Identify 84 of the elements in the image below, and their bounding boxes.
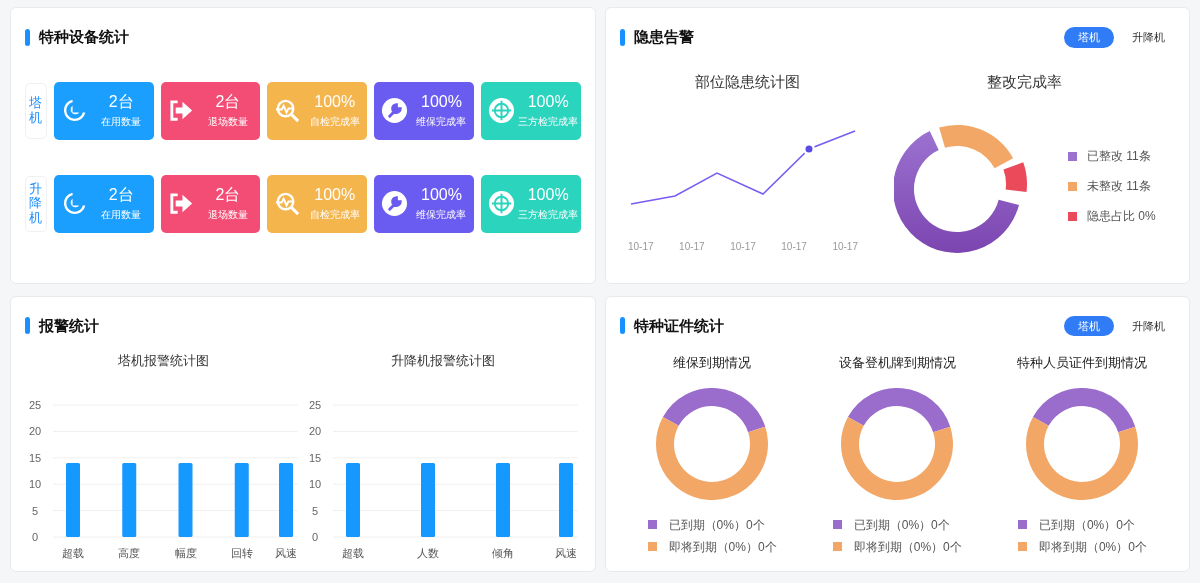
chart-title: 升降机报警统计图 [391,352,495,370]
stat-label: 在用数量 [101,208,142,222]
tab[interactable]: 升降机 [1122,27,1175,48]
crosshair-icon [487,190,515,217]
stat-label: 自检完成率 [309,208,360,222]
crosshair-icon [487,97,515,124]
title-accent-bar [619,28,625,46]
legend-label: 未整改 11条 [1086,178,1151,195]
tab[interactable]: 塔机 [1064,315,1114,336]
axis-label: 幅度 [174,546,197,559]
axis-tick-label: 25 [308,398,322,411]
legend-label: 已到期（0%）0个 [853,516,950,534]
panel-title: 报警统计 [39,315,99,336]
legend-label: 已到期（0%）0个 [1038,516,1135,534]
exit-arrow-icon [167,97,195,124]
axis-tick-label: 20 [28,424,42,437]
legend-label: 即将到期（0%）0个 [1038,538,1147,556]
group-label: 塔机 [25,82,47,139]
chart-title: 特种人员证件到期情况 [1017,354,1148,372]
axis-label: 高度 [118,546,141,559]
axis-tick-label: 25 [28,398,42,411]
magnifier-pulse-icon [274,190,302,217]
axis-tick-label: 20 [308,424,322,437]
stat-label: 三方检完成率 [518,208,579,222]
stat-label: 退场数量 [208,208,248,222]
axis-label: 超载 [342,546,364,559]
stat-label: 在用数量 [101,115,142,129]
axis-tick-label: 10 [308,477,322,490]
axis-label: 倾角 [492,546,514,559]
axis-label: 风速 [555,546,577,559]
stat-value: 2台 [215,92,241,112]
stat-value: 2台 [215,185,241,205]
axis-tick-label: 0 [311,530,319,543]
stat-label: 维保完成率 [416,208,467,222]
legend-label: 已整改 11条 [1086,148,1151,165]
axis-tick-label: 0 [31,530,39,543]
axis-label: 10-17 [832,240,858,254]
axis-label: 10-17 [628,240,654,254]
stat-label: 三方检完成率 [518,115,579,129]
axis-label: 10-17 [781,240,807,254]
legend-label: 已到期（0%）0个 [668,516,765,534]
axis-label: 风速 [275,546,297,559]
panel-title: 特种证件统计 [633,315,724,336]
chart-title: 维保到期情况 [673,354,752,372]
panel-title: 隐患告警 [633,27,694,47]
stat-value: 2台 [108,185,134,205]
panel-title: 特种设备统计 [39,27,129,47]
axis-tick-label: 15 [28,451,42,464]
tab[interactable]: 塔机 [1064,27,1114,48]
chart-title: 塔机报警统计图 [117,352,209,370]
title-accent-bar [25,317,30,335]
axis-label: 回转 [230,546,253,559]
group-label: 升降机 [25,175,47,232]
axis-tick-label: 5 [31,504,39,517]
axis-tick-label: 5 [311,504,319,517]
stat-label: 维保完成率 [416,115,467,129]
stat-value: 2台 [108,92,134,112]
exit-arrow-icon [167,190,195,217]
magnifier-pulse-icon [274,97,302,124]
stat-value: 100% [421,185,462,205]
axis-label: 10-17 [679,240,705,254]
axis-tick-label: 15 [308,451,322,464]
title-accent-bar [25,28,30,46]
stat-value: 100% [314,92,356,112]
wrench-icon [381,190,409,217]
stat-value: 100% [527,185,569,205]
axis-label: 人数 [417,546,439,559]
legend-label: 隐患占比 0% [1086,208,1156,225]
legend-label: 即将到期（0%）0个 [668,538,777,556]
stat-value: 100% [314,185,356,205]
title-accent-bar [619,317,625,335]
axis-tick-label: 10 [28,477,42,490]
chart-title: 部位隐患统计图 [694,71,800,92]
stat-label: 自检完成率 [309,115,360,129]
axis-label: 超载 [62,546,84,559]
stat-label: 退场数量 [208,115,248,129]
legend-label: 即将到期（0%）0个 [853,538,962,556]
axis-label: 10-17 [730,240,756,254]
tab[interactable]: 升降机 [1122,315,1175,336]
chart-title: 整改完成率 [987,71,1063,92]
wrench-icon [381,97,409,124]
stat-value: 100% [527,92,569,112]
stat-value: 100% [421,92,462,112]
chart-title: 设备登机牌到期情况 [838,354,956,372]
